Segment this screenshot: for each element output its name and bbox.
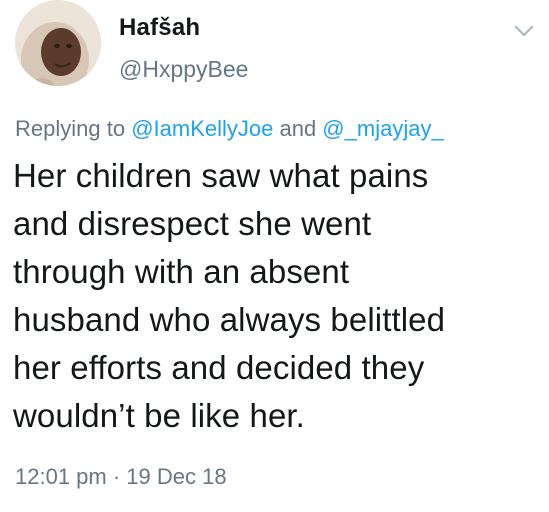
- mention-link-1[interactable]: @IamKellyJoe: [131, 116, 273, 141]
- replying-joiner: and: [273, 116, 323, 141]
- replying-prefix: Replying to: [15, 116, 132, 141]
- avatar[interactable]: [15, 0, 101, 86]
- replying-to-line: Replying to @IamKellyJoe and @_mjayjay_: [15, 116, 444, 142]
- tweet-card: Hafšah @HxppyBee Replying to @IamKellyJo…: [0, 0, 549, 512]
- user-handle[interactable]: @HxppyBee: [119, 56, 248, 83]
- tweet-text: Her children saw what pains and disrespe…: [13, 157, 446, 434]
- display-name[interactable]: Hafšah: [119, 14, 200, 42]
- avatar-photo: [15, 0, 101, 86]
- chevron-down-icon[interactable]: [514, 24, 534, 38]
- mention-link-2[interactable]: @_mjayjay_: [322, 116, 443, 141]
- tweet-timestamp[interactable]: 12:01 pm · 19 Dec 18: [15, 464, 227, 490]
